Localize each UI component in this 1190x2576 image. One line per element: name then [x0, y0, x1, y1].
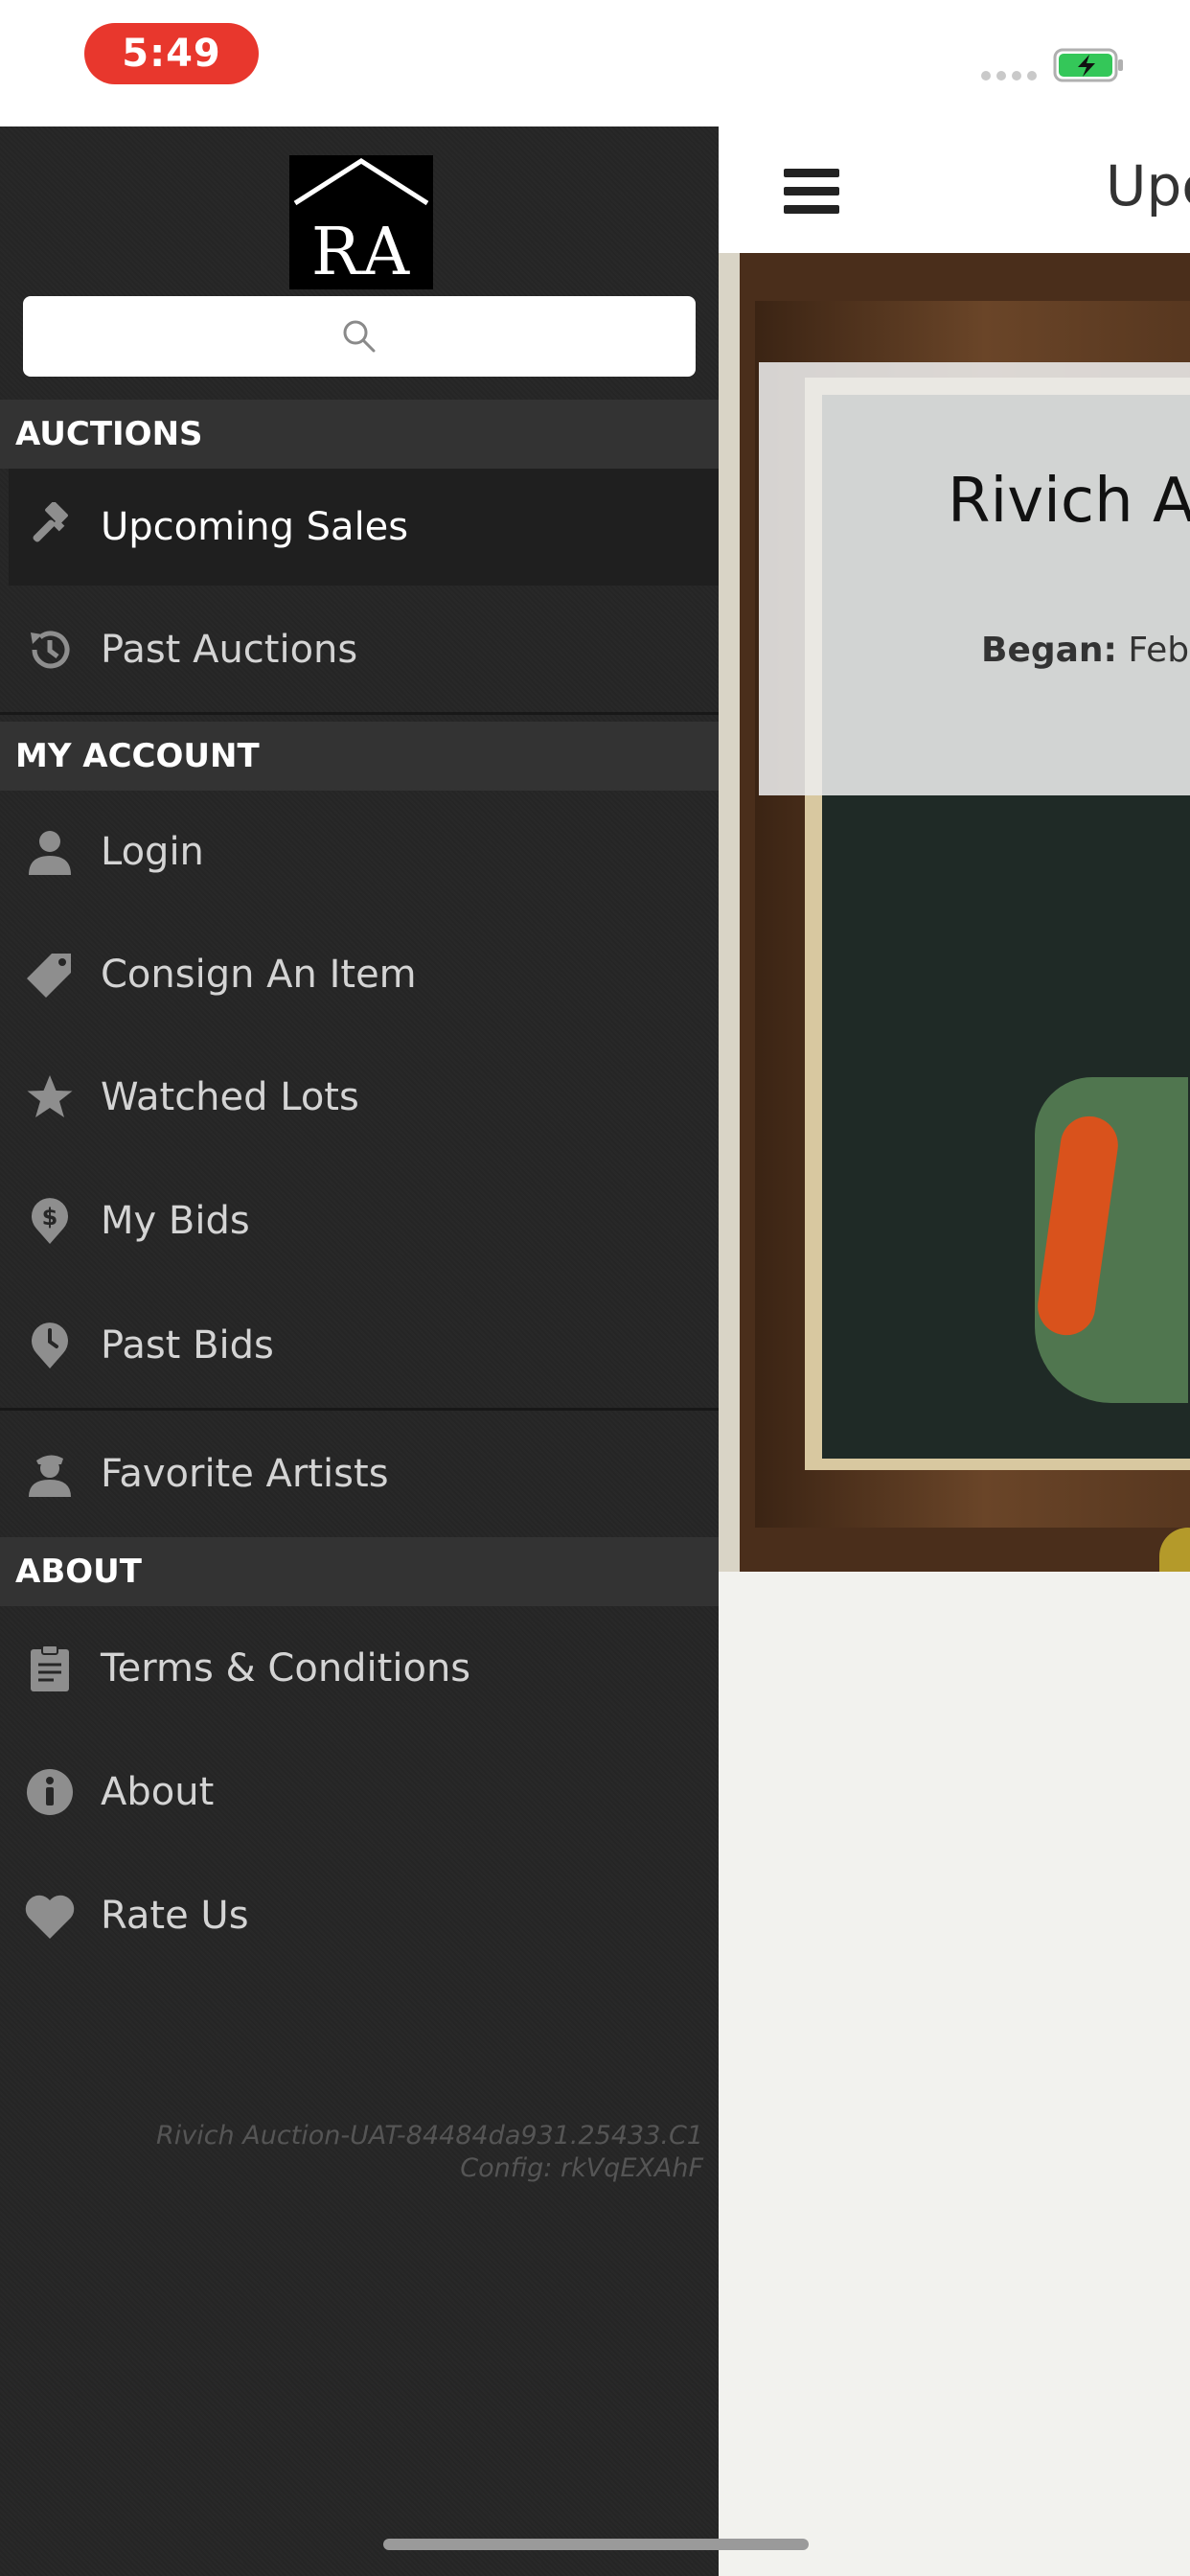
menu-item-label: Upcoming Sales [101, 505, 409, 549]
divider [0, 1408, 719, 1411]
menu-item-label: My Bids [101, 1199, 250, 1243]
version-info: Rivich Auction-UAT-84484da931.25433.C1 C… [156, 2120, 703, 2185]
menu-item-past-bids[interactable]: Past Bids [0, 1283, 719, 1408]
heart-icon [23, 1889, 77, 1943]
status-time: 5:49 [84, 23, 259, 84]
hamburger-menu-icon[interactable] [784, 169, 839, 215]
gavel-icon [23, 500, 77, 554]
sale-began-label: Began: [981, 631, 1117, 670]
divider [0, 712, 719, 715]
nav-bar: Upcoming Sales [719, 126, 1190, 253]
menu-item-favorite-artists[interactable]: Favorite Artists [0, 1412, 719, 1536]
person-icon [23, 825, 77, 879]
menu-item-label: Past Bids [101, 1323, 274, 1368]
sale-began-value: February [1128, 631, 1190, 670]
clipboard-icon [23, 1642, 77, 1695]
menu-item-label: Past Auctions [101, 628, 358, 672]
build-version: Rivich Auction-UAT-84484da931.25433.C1 [155, 2121, 703, 2150]
menu-item-login[interactable]: Login [0, 791, 719, 913]
roof-icon [293, 158, 429, 206]
sale-info-card[interactable]: Rivich Auction Began: February [759, 362, 1190, 795]
search-input[interactable] [23, 296, 696, 377]
menu-item-label: Rate Us [101, 1894, 249, 1938]
status-bar: 5:49 [0, 0, 1190, 126]
sale-title: Rivich Auction [948, 466, 1190, 537]
home-indicator[interactable] [383, 2539, 809, 2550]
menu-item-label: Consign An Item [101, 953, 417, 997]
menu-item-label: Login [101, 830, 204, 874]
menu-item-watched-lots[interactable]: Watched Lots [0, 1036, 719, 1159]
sale-began: Began: February [981, 631, 1190, 670]
menu-item-my-bids[interactable]: $ My Bids [0, 1159, 719, 1283]
menu-item-about[interactable]: About [0, 1731, 719, 1853]
signal-icon [981, 71, 1037, 80]
logo-text: RA [310, 215, 412, 290]
menu-item-past-auctions[interactable]: Past Auctions [0, 587, 719, 712]
menu-item-label: Favorite Artists [101, 1452, 389, 1496]
info-icon [23, 1765, 77, 1819]
side-drawer: RA AUCTIONS Upcoming Sales Past Auctions… [0, 126, 719, 2576]
nav-title: Upcoming Sales [1106, 153, 1190, 218]
tag-icon [23, 948, 77, 1001]
menu-item-terms-conditions[interactable]: Terms & Conditions [0, 1606, 719, 1731]
clock-pin-icon [23, 1319, 77, 1372]
config-version: Config: rkVqEXAhF [460, 2153, 703, 2183]
svg-text:$: $ [42, 1204, 58, 1230]
menu-item-rate-us[interactable]: Rate Us [0, 1853, 719, 1978]
menu-item-label: Watched Lots [101, 1075, 359, 1119]
search-icon [343, 320, 376, 353]
section-header-my-account: MY ACCOUNT [0, 722, 719, 791]
battery-charging-icon [1053, 48, 1123, 82]
section-header-about: ABOUT [0, 1537, 719, 1606]
star-icon [23, 1070, 77, 1124]
section-header-auctions: AUCTIONS [0, 400, 719, 469]
menu-item-label: Terms & Conditions [101, 1646, 471, 1690]
dollar-pin-icon: $ [23, 1194, 77, 1248]
history-icon [23, 623, 77, 677]
artist-icon [23, 1447, 77, 1501]
menu-item-label: About [101, 1770, 215, 1814]
main-content: Upcoming Sales Rivich Auction Began: Feb… [719, 126, 1190, 2576]
menu-item-upcoming-sales[interactable]: Upcoming Sales [9, 469, 719, 586]
menu-item-consign-an-item[interactable]: Consign An Item [0, 913, 719, 1036]
logo: RA [289, 155, 433, 290]
